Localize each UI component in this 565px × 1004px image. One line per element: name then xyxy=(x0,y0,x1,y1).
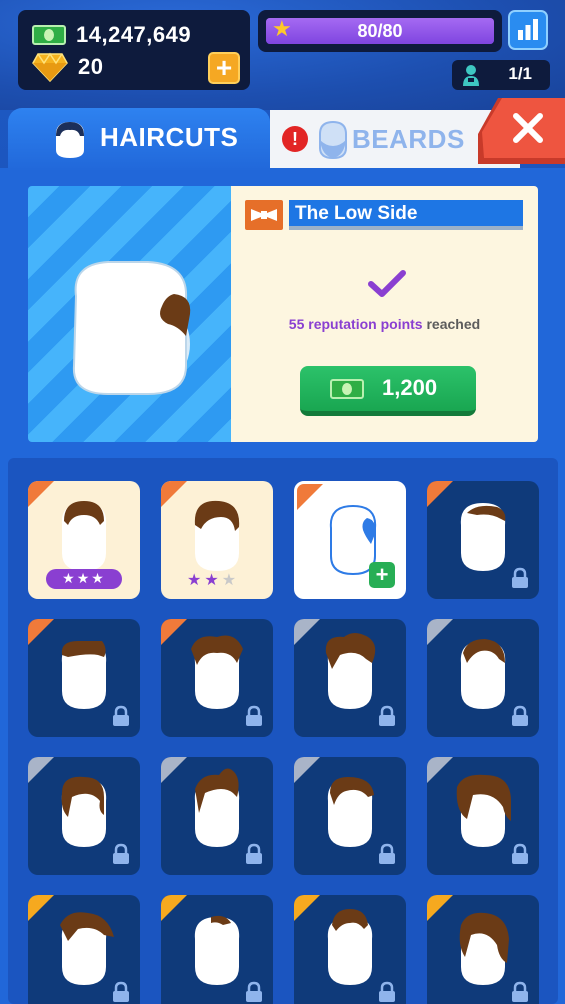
gem-icon xyxy=(32,52,68,82)
haircut-preview-head-icon xyxy=(72,261,191,395)
ribbon-icon xyxy=(245,200,283,230)
haircut-item[interactable] xyxy=(28,619,140,737)
add-gems-button[interactable]: + xyxy=(208,52,240,84)
gem-amount: 20 xyxy=(78,54,104,79)
lock-icon xyxy=(512,567,528,588)
lock-icon xyxy=(246,705,262,726)
haircut-item[interactable] xyxy=(28,757,140,875)
lock-icon xyxy=(113,981,129,1002)
bar-chart-icon xyxy=(518,19,538,40)
xp-panel: 80/80 ★ xyxy=(258,10,502,52)
lock-icon xyxy=(246,843,262,864)
reputation-value: 55 reputation points xyxy=(288,316,423,332)
staff-count: 1/1 xyxy=(508,64,532,83)
haircut-item[interactable] xyxy=(427,619,539,737)
cash-icon xyxy=(330,379,364,399)
buy-button[interactable]: 1,200 xyxy=(300,366,476,416)
lock-icon xyxy=(113,705,129,726)
lock-icon xyxy=(246,981,262,1002)
haircut-item[interactable] xyxy=(427,481,539,599)
plus-icon: + xyxy=(215,52,233,83)
cash-amount: 14,247,649 xyxy=(76,22,192,47)
haircut-item[interactable] xyxy=(294,619,406,737)
haircut-item[interactable] xyxy=(161,895,273,1004)
beard-tab-icon xyxy=(319,120,347,160)
haircut-item[interactable] xyxy=(294,757,406,875)
haircut-item[interactable]: + xyxy=(294,481,406,599)
haircut-preview xyxy=(28,186,231,442)
haircut-item[interactable] xyxy=(161,757,273,875)
lock-icon xyxy=(512,705,528,726)
haircut-item[interactable] xyxy=(427,757,539,875)
cash-row: 14,247,649 xyxy=(32,22,191,48)
haircut-detail-card: The Low Side 55 reputation points reache… xyxy=(28,186,538,442)
lock-icon xyxy=(512,843,528,864)
haircut-item[interactable] xyxy=(28,895,140,1004)
reputation-status: 55 reputation points reached xyxy=(231,316,538,332)
xp-bar: 80/80 xyxy=(266,18,494,44)
staff-counter[interactable]: 1/1 xyxy=(452,60,550,90)
haircut-tab-icon xyxy=(56,122,84,158)
haircut-item[interactable] xyxy=(161,619,273,737)
haircut-info: The Low Side 55 reputation points reache… xyxy=(231,186,538,442)
staff-icon xyxy=(463,65,479,86)
haircut-item[interactable] xyxy=(427,895,539,1004)
buy-price: 1,200 xyxy=(382,375,438,400)
lock-icon xyxy=(379,981,395,1002)
reputation-suffix: reached xyxy=(426,316,481,332)
xp-label: 80/80 xyxy=(357,21,403,41)
star-icon: ★ xyxy=(272,17,292,42)
haircut-name-bar: The Low Side xyxy=(289,200,523,230)
tab-haircuts-label: HAIRCUTS xyxy=(100,122,239,152)
lock-icon xyxy=(379,843,395,864)
lock-icon xyxy=(113,843,129,864)
haircut-item[interactable] xyxy=(294,895,406,1004)
haircut-item[interactable]: ★★★ xyxy=(28,481,140,599)
cash-icon xyxy=(32,25,66,45)
gem-row: 20 xyxy=(32,52,103,82)
lock-icon xyxy=(379,705,395,726)
alert-badge: ! xyxy=(282,126,308,152)
tab-haircuts[interactable]: HAIRCUTS xyxy=(8,108,270,170)
stats-button[interactable] xyxy=(508,10,548,50)
star-rating: ★★★ xyxy=(187,570,240,589)
star-rating: ★★★ xyxy=(46,569,122,589)
currency-panel: 14,247,649 20 + xyxy=(18,10,250,90)
add-icon[interactable]: + xyxy=(369,562,395,588)
checkmark-icon xyxy=(368,270,406,297)
lock-icon xyxy=(512,981,528,1002)
tab-beards-label: BEARDS xyxy=(352,124,465,154)
close-button[interactable] xyxy=(478,98,565,164)
haircut-name: The Low Side xyxy=(295,203,418,224)
haircut-item[interactable]: ★★★ xyxy=(161,481,273,599)
